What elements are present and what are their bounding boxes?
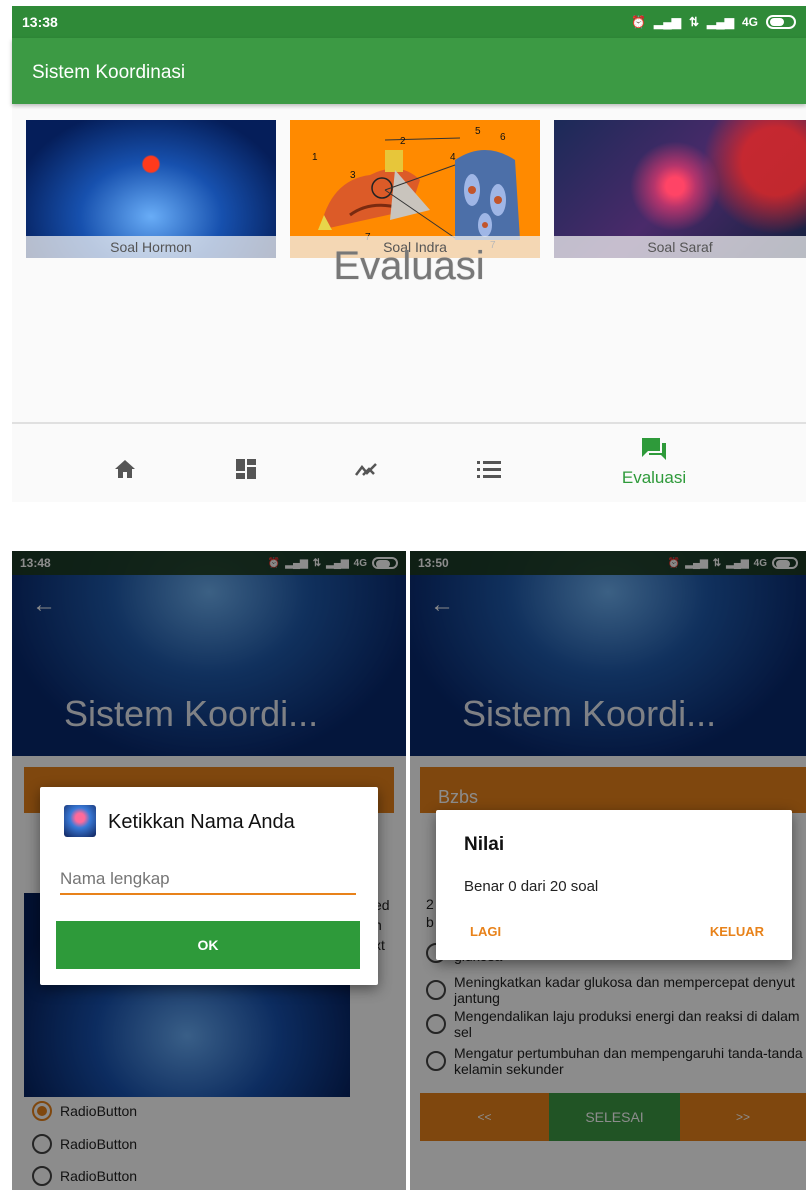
card-soal-hormon[interactable]: Soal Hormon xyxy=(26,120,276,258)
trending-icon xyxy=(355,463,377,476)
diagram-number-2: 2 xyxy=(400,136,406,147)
nav-trending[interactable] xyxy=(352,454,382,484)
ok-button[interactable]: OK xyxy=(56,921,360,969)
diagram-number-6: 6 xyxy=(500,132,506,143)
app-logo-icon xyxy=(64,805,96,837)
signal-icon: ▂▄▆ xyxy=(653,15,681,29)
dashboard-icon xyxy=(236,459,256,479)
forum-icon xyxy=(642,438,666,460)
network-type: 4G xyxy=(741,15,758,29)
home-icon xyxy=(115,460,135,478)
right-screen: 13:50 ⏰ ▂▄▆ ⇅ ▂▄▆ 4G ← Sistem Koordi... … xyxy=(410,551,806,1190)
dialog-title: Ketikkan Nama Anda xyxy=(108,811,295,833)
name-dialog: Ketikkan Nama Anda OK xyxy=(40,787,378,985)
signal-icon-2: ▂▄▆ xyxy=(707,15,734,29)
diagram-number-1: 1 xyxy=(312,152,318,163)
nav-list[interactable] xyxy=(474,454,504,484)
diagram-number-4: 4 xyxy=(450,152,456,163)
status-time: 13:38 xyxy=(22,14,58,30)
dialog-message: Benar 0 dari 20 soal xyxy=(464,878,599,895)
card-soal-saraf[interactable]: Soal Saraf xyxy=(554,120,806,258)
app-title: Sistem Koordinasi xyxy=(32,62,186,83)
top-screen: 13:38 ⏰ ▂▄▆ ⇅ ▂▄▆ 4G Sistem Koordinasi S… xyxy=(12,6,806,502)
data-arrows-icon: ⇅ xyxy=(688,15,700,29)
nav-evaluasi-label: Evaluasi xyxy=(621,468,687,487)
alarm-icon: ⏰ xyxy=(631,15,646,29)
battery-icon xyxy=(766,15,796,29)
diagram-number-3: 3 xyxy=(350,170,356,181)
status-icons: ⏰ ▂▄▆ ⇅ ▂▄▆ 4G xyxy=(631,15,796,29)
card-soal-indra[interactable]: 1 2 3 4 5 6 7 7 Soal Indra xyxy=(290,120,540,258)
left-screen: 13:48 ⏰ ▂▄▆ ⇅ ▂▄▆ 4G ← Sistem Koordi... … xyxy=(12,551,406,1190)
top-status-bar: 13:38 ⏰ ▂▄▆ ⇅ ▂▄▆ 4G xyxy=(12,6,806,38)
again-button[interactable]: LAGI xyxy=(470,924,501,939)
score-dialog: Nilai Benar 0 dari 20 soal LAGI KELUAR xyxy=(436,810,792,960)
list-icon xyxy=(477,461,501,478)
nav-evaluasi[interactable]: Evaluasi xyxy=(604,436,704,496)
diagram-number-5: 5 xyxy=(475,126,481,137)
dialog-title: Nilai xyxy=(464,834,505,855)
app-bar: Sistem Koordinasi xyxy=(12,38,806,104)
nav-dashboard[interactable] xyxy=(231,454,261,484)
exit-button[interactable]: KELUAR xyxy=(710,924,764,939)
nav-home[interactable] xyxy=(110,454,140,484)
name-input[interactable] xyxy=(60,865,356,895)
page-watermark: Evaluasi xyxy=(333,244,485,288)
